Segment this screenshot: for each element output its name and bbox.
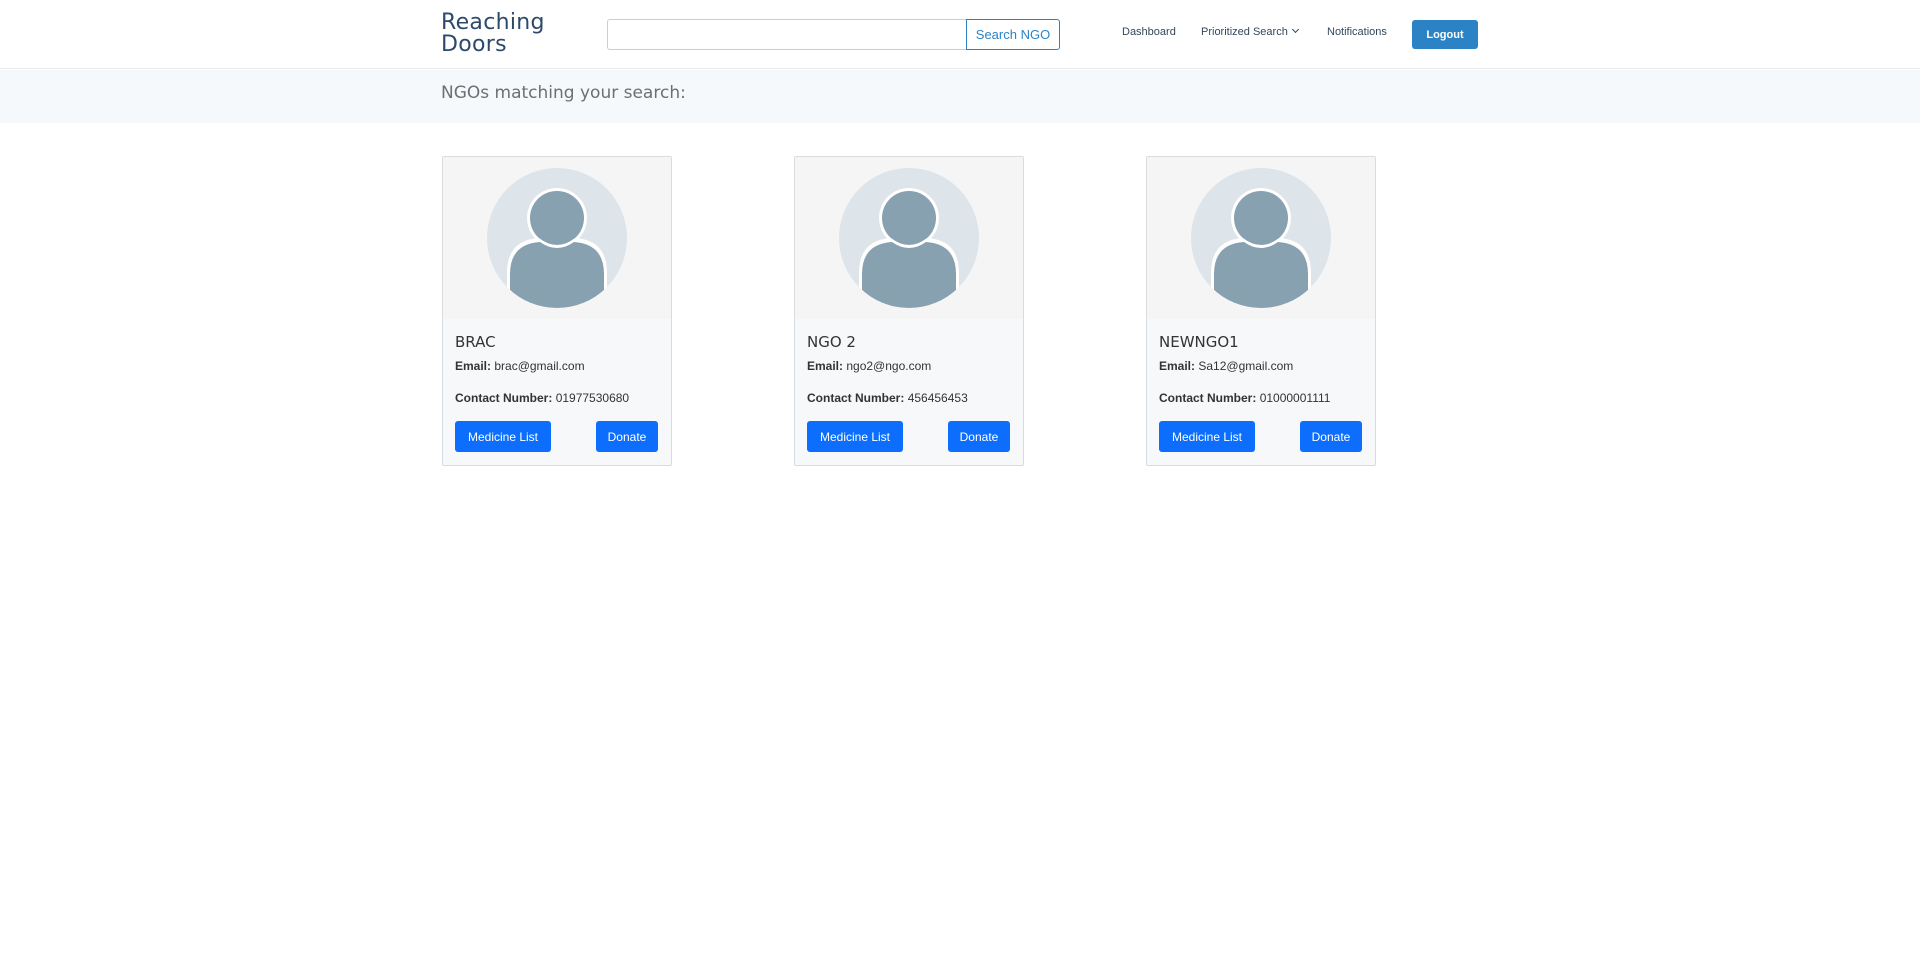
top-navbar: Reaching Doors Search NGO Dashboard Prio… <box>0 0 1920 69</box>
page-title: NGOs matching your search: <box>441 83 686 103</box>
contact-label: Contact Number: <box>1159 391 1257 405</box>
ngo-email: Email: ngo2@ngo.com <box>807 359 931 373</box>
donate-button[interactable]: Donate <box>948 421 1010 452</box>
nav-notifications[interactable]: Notifications <box>1327 26 1387 38</box>
search-ngo-button[interactable]: Search NGO <box>966 19 1060 50</box>
contact-value: 01977530680 <box>555 391 630 405</box>
card-image-area <box>795 157 1023 319</box>
ngo-contact: Contact Number: 01000001111 <box>1159 391 1330 405</box>
donate-button[interactable]: Donate <box>1300 421 1362 452</box>
email-label: Email: <box>1159 359 1196 373</box>
email-label: Email: <box>807 359 844 373</box>
contact-value: 456456453 <box>907 391 968 405</box>
ngo-email: Email: Sa12@gmail.com <box>1159 359 1293 373</box>
donate-button[interactable]: Donate <box>596 421 658 452</box>
brand-logo[interactable]: Reaching Doors <box>441 12 571 56</box>
contact-label: Contact Number: <box>455 391 553 405</box>
user-avatar-icon <box>487 168 627 308</box>
medicine-list-button[interactable]: Medicine List <box>455 421 551 452</box>
card-image-area <box>1147 157 1375 319</box>
card-image-area <box>443 157 671 319</box>
results-banner: NGOs matching your search: <box>0 70 1920 123</box>
user-avatar-icon <box>839 168 979 308</box>
ngo-name: NEWNGO1 <box>1159 333 1239 351</box>
contact-value: 01000001111 <box>1259 391 1331 405</box>
ngo-contact: Contact Number: 456456453 <box>807 391 968 405</box>
medicine-list-button[interactable]: Medicine List <box>1159 421 1255 452</box>
ngo-contact: Contact Number: 01977530680 <box>455 391 629 405</box>
ngo-email: Email: brac@gmail.com <box>455 359 585 373</box>
brand-line-2[interactable]: Doors <box>441 34 571 56</box>
ngo-card: BRAC Email: brac@gmail.com Contact Numbe… <box>442 156 672 466</box>
nav-dashboard[interactable]: Dashboard <box>1122 26 1176 38</box>
email-value: ngo2@ngo.com <box>846 359 932 373</box>
nav-prioritized-search[interactable]: Prioritized Search <box>1201 25 1299 38</box>
email-value: Sa12@gmail.com <box>1198 359 1294 373</box>
email-value: brac@gmail.com <box>494 359 585 373</box>
search-input[interactable] <box>607 19 967 50</box>
nav-prioritized-search-label: Prioritized Search <box>1201 26 1288 38</box>
logout-button[interactable]: Logout <box>1412 20 1478 49</box>
brand-line-1[interactable]: Reaching <box>441 12 571 34</box>
email-label: Email: <box>455 359 492 373</box>
user-avatar-icon <box>1191 168 1331 308</box>
contact-label: Contact Number: <box>807 391 905 405</box>
medicine-list-button[interactable]: Medicine List <box>807 421 903 452</box>
chevron-down-icon <box>1291 25 1299 34</box>
ngo-name: BRAC <box>455 333 496 351</box>
ngo-card: NGO 2 Email: ngo2@ngo.com Contact Number… <box>794 156 1024 466</box>
ngo-card: NEWNGO1 Email: Sa12@gmail.com Contact Nu… <box>1146 156 1376 466</box>
ngo-name: NGO 2 <box>807 333 856 351</box>
